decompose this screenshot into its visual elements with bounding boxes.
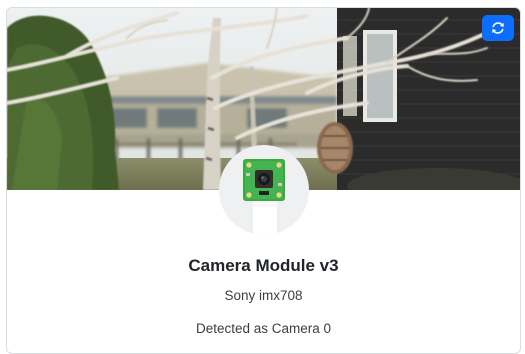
camera-module-icon bbox=[243, 159, 285, 235]
detection-status: Detected as Camera 0 bbox=[195, 321, 332, 336]
camera-module-avatar bbox=[219, 145, 309, 235]
refresh-button[interactable] bbox=[482, 15, 514, 41]
refresh-icon bbox=[491, 21, 505, 35]
camera-name: Camera Module v3 bbox=[188, 256, 339, 275]
camera-card: Camera Module v3 Sony imx708 Detected as… bbox=[6, 7, 521, 354]
sensor-model: Sony imx708 bbox=[224, 288, 303, 303]
